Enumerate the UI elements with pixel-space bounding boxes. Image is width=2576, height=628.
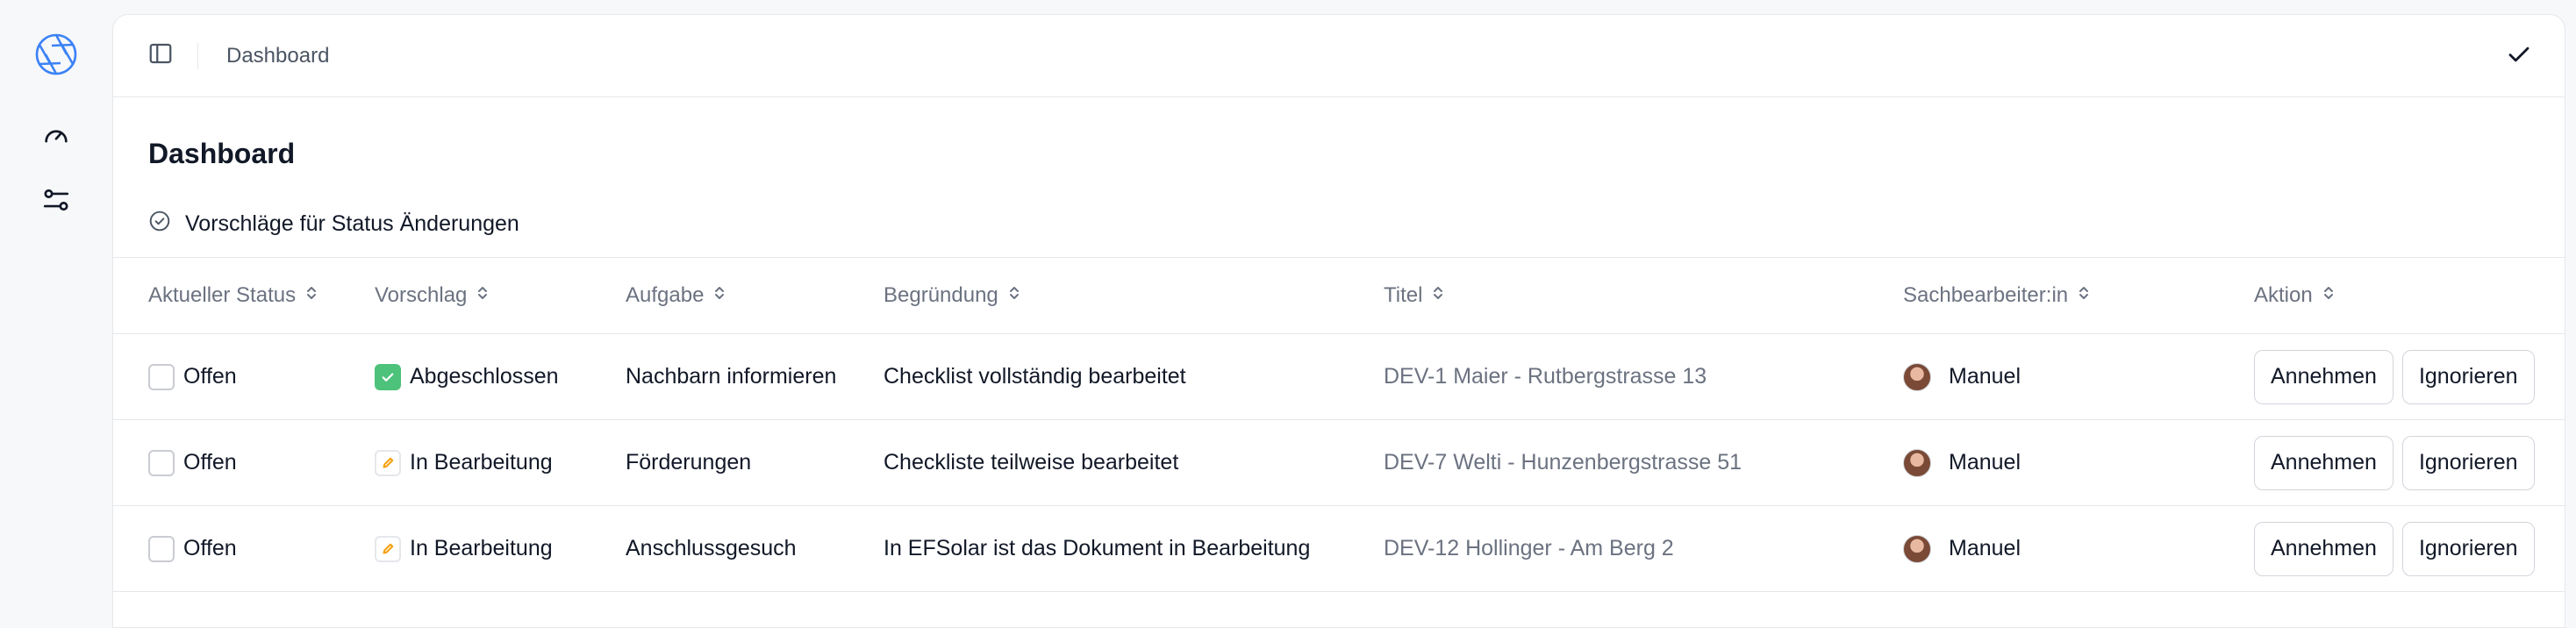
action-cell: Annehmen Ignorieren (2254, 420, 2544, 505)
pencil-icon (375, 535, 401, 562)
table-row: Offen Abgeschlossen Nachbarn informieren… (113, 334, 2565, 420)
column-header-status[interactable]: Aktueller Status (148, 258, 318, 333)
titel-link[interactable]: DEV-12 Hollinger - Am Berg 2 (1384, 506, 1674, 591)
chevrons-up-down-icon (1007, 283, 1021, 308)
nav-settings[interactable] (35, 181, 77, 223)
vorschlag-cell: In Bearbeitung (375, 506, 553, 591)
aperture-logo-icon[interactable] (33, 32, 79, 77)
sachbearbeiter-cell: Manuel (1903, 334, 2021, 419)
gauge-icon (41, 120, 71, 154)
table-row: Offen In Bearbeitung Förderungen Checkli… (113, 420, 2565, 506)
vorschlag-cell: Abgeschlossen (375, 334, 559, 419)
chevrons-up-down-icon (712, 283, 726, 308)
accept-button[interactable]: Annehmen (2254, 521, 2394, 576)
titel-link[interactable]: DEV-7 Welti - Hunzenbergstrasse 51 (1384, 420, 1742, 505)
aufgabe-cell: Förderungen (626, 450, 752, 475)
chevrons-up-down-icon (1431, 283, 1445, 308)
column-header-aktion[interactable]: Aktion (2254, 258, 2336, 333)
aufgabe-cell: Nachbarn informieren (626, 364, 837, 389)
ignore-button[interactable]: Ignorieren (2401, 349, 2535, 404)
action-cell: Annehmen Ignorieren (2254, 334, 2544, 419)
begruendung-cell: Checkliste teilweise bearbeitet (884, 450, 1179, 475)
table-row: Offen In Bearbeitung Anschlussgesuch In … (113, 506, 2565, 592)
aufgabe-cell: Anschlussgesuch (626, 536, 797, 560)
column-header-sachbearbeiter[interactable]: Sachbearbeiter:in (1903, 258, 2091, 333)
divider (197, 42, 198, 69)
ignore-button[interactable]: Ignorieren (2401, 435, 2535, 490)
top-bar: Dashboard (113, 15, 2565, 97)
ignore-button[interactable]: Ignorieren (2401, 521, 2535, 576)
vorschlag-cell: In Bearbeitung (375, 420, 553, 505)
titel-link[interactable]: DEV-1 Maier - Rutbergstrasse 13 (1384, 334, 1707, 419)
status-cell: Offen (148, 420, 237, 505)
avatar (1903, 448, 1931, 477)
check-icon (2506, 41, 2532, 72)
chevrons-up-down-icon (2077, 283, 2091, 308)
column-header-aufgabe[interactable]: Aufgabe (626, 258, 726, 333)
sidebar-rail (0, 0, 112, 614)
row-checkbox[interactable] (148, 535, 175, 562)
accept-button[interactable]: Annehmen (2254, 349, 2394, 404)
confirm-button[interactable] (2501, 39, 2537, 74)
sidebar-toggle-button[interactable] (143, 39, 178, 74)
page-title: Dashboard (148, 138, 296, 169)
nav-dashboard[interactable] (35, 116, 77, 158)
check-circle-icon (148, 210, 185, 239)
column-header-titel[interactable]: Titel (1384, 258, 1445, 333)
checkbox-checked-icon (375, 363, 401, 390)
panel-left-icon (147, 40, 174, 71)
table-header: Aktueller Status Vorschlag Aufgabe Begrü… (113, 257, 2565, 334)
chevrons-up-down-icon (2322, 283, 2336, 308)
section-title-text: Vorschläge für Status Änderungen (185, 211, 519, 236)
suggestions-table: Aktueller Status Vorschlag Aufgabe Begrü… (113, 257, 2565, 592)
begruendung-cell: In EFSolar ist das Dokument in Bearbeitu… (884, 536, 1311, 560)
avatar (1903, 362, 1931, 391)
chevrons-up-down-icon (304, 283, 318, 308)
sachbearbeiter-cell: Manuel (1903, 420, 2021, 505)
column-header-vorschlag[interactable]: Vorschlag (375, 258, 490, 333)
status-cell: Offen (148, 334, 237, 419)
column-header-begruendung[interactable]: Begründung (884, 258, 1021, 333)
row-checkbox[interactable] (148, 363, 175, 390)
action-cell: Annehmen Ignorieren (2254, 506, 2544, 591)
begruendung-cell: Checklist vollständig bearbeitet (884, 364, 1186, 389)
pencil-icon (375, 449, 401, 476)
main-panel: Dashboard Dashboard Vorschläge für Statu… (112, 14, 2565, 628)
chevrons-up-down-icon (476, 283, 490, 308)
sachbearbeiter-cell: Manuel (1903, 506, 2021, 591)
status-cell: Offen (148, 506, 237, 591)
breadcrumb[interactable]: Dashboard (226, 44, 329, 68)
accept-button[interactable]: Annehmen (2254, 435, 2394, 490)
avatar (1903, 534, 1931, 563)
section-title: Vorschläge für Status Änderungen (148, 210, 519, 239)
row-checkbox[interactable] (148, 449, 175, 476)
settings-sliders-icon (41, 185, 71, 219)
